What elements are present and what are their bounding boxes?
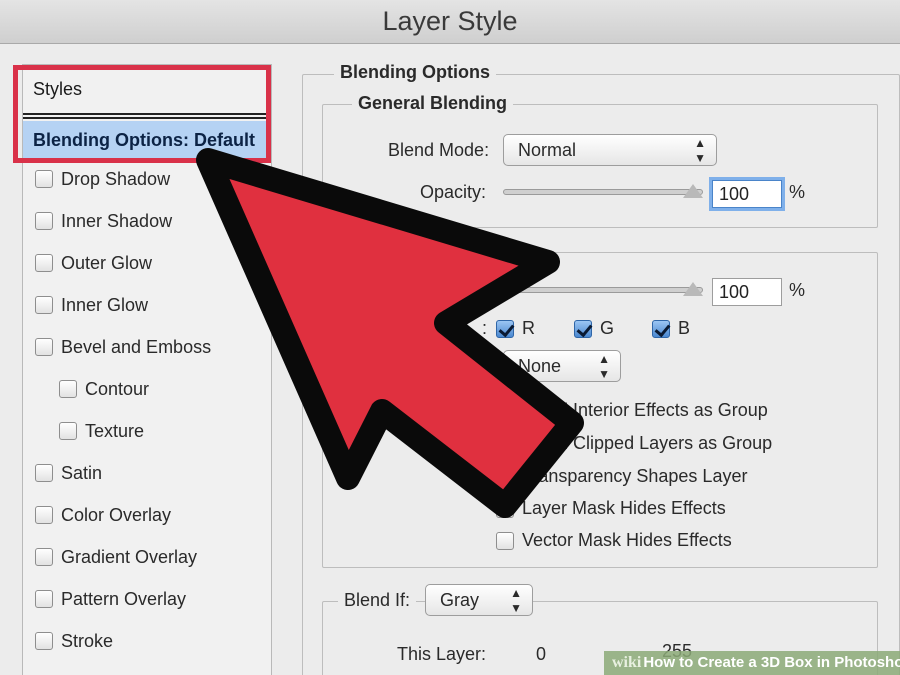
arrow-shape-icon (196, 148, 584, 518)
watermark: wiki How to Create a 3D Box in Photoshop (604, 651, 900, 675)
annotation-arrow (196, 148, 584, 518)
